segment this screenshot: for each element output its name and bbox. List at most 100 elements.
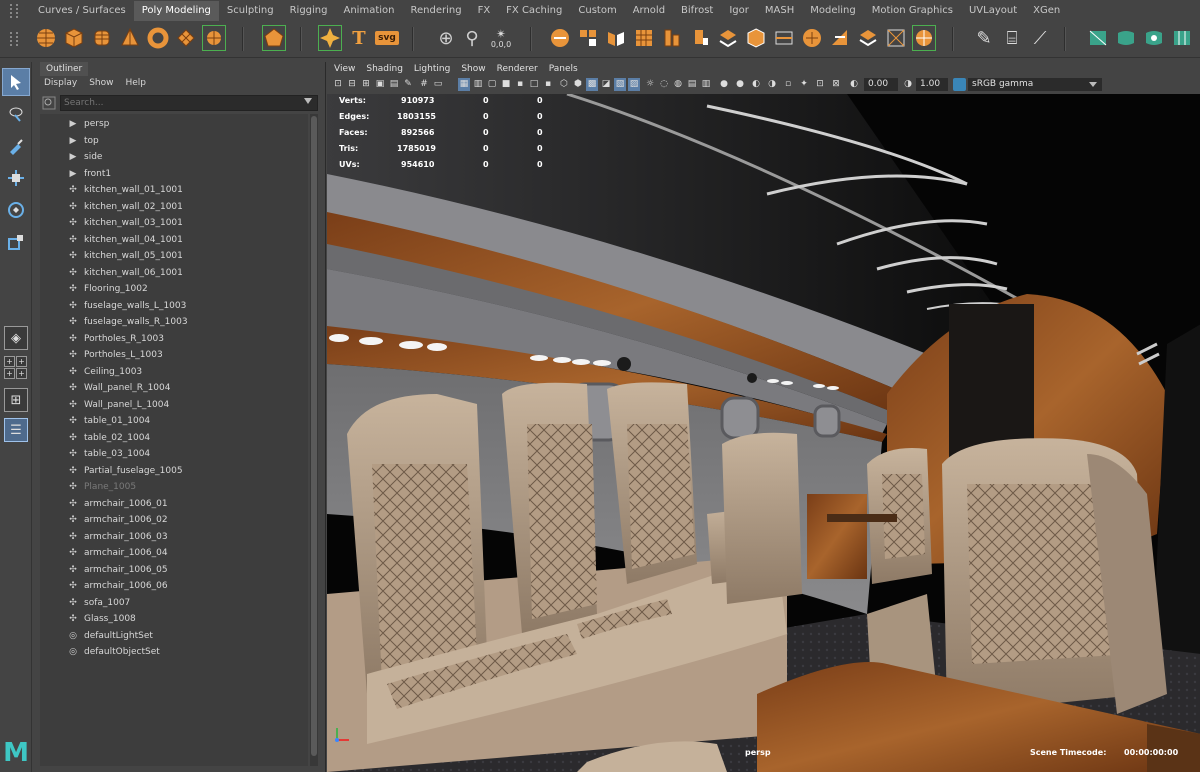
fill-hole-icon[interactable] — [800, 25, 824, 51]
outliner-item[interactable]: ✣ armchair_1006_02 — [40, 512, 308, 528]
select-camera-icon[interactable]: ⊡ — [332, 78, 344, 91]
outliner-item[interactable]: ▶ side — [40, 149, 308, 165]
viewport-menu-lighting[interactable]: Lighting — [414, 64, 450, 74]
outliner-item[interactable]: ✣ Portholes_L_1003 — [40, 347, 308, 363]
shelf-tab[interactable]: Igor — [721, 1, 757, 21]
poly-cube-icon[interactable] — [62, 25, 86, 51]
color-space-select[interactable]: sRGB gamma — [968, 78, 1102, 91]
outliner-item[interactable]: ✣ kitchen_wall_01_1001 — [40, 182, 308, 198]
shelf-tab[interactable]: Custom — [570, 1, 624, 21]
poly-cylinder-icon[interactable] — [90, 25, 114, 51]
layout-quad-tl-icon[interactable]: + — [4, 356, 15, 367]
shelf-tab[interactable]: FX Caching — [498, 1, 570, 21]
outliner-menu-help[interactable]: Help — [125, 78, 146, 88]
shelf-tab[interactable]: Rigging — [282, 1, 336, 21]
extrude-icon[interactable] — [688, 25, 712, 51]
outliner-item[interactable]: ◎ defaultLightSet — [40, 628, 308, 644]
antialias-icon[interactable]: ● — [718, 78, 730, 91]
outliner-item[interactable]: ✣ Flooring_1002 — [40, 281, 308, 297]
resolution-gate-icon[interactable]: ▥ — [472, 78, 484, 91]
lasso-tool-icon[interactable] — [2, 100, 30, 128]
outliner-item[interactable]: ✣ table_01_1004 — [40, 413, 308, 429]
use-all-lights-icon[interactable]: ◪ — [600, 78, 612, 91]
platonic-solid-icon[interactable] — [262, 25, 286, 51]
outliner-item[interactable]: ✣ fuselage_walls_R_1003 — [40, 314, 308, 330]
viewport-menu-panels[interactable]: Panels — [549, 64, 578, 74]
shelf-tab[interactable]: Animation — [336, 1, 403, 21]
shadows-icon[interactable]: ▧ — [614, 78, 626, 91]
outliner-item[interactable]: ✣ kitchen_wall_06_1001 — [40, 265, 308, 281]
exposure-icon[interactable]: ◐ — [848, 78, 860, 91]
poly-sphere-icon[interactable] — [34, 25, 58, 51]
outliner-item[interactable]: ✣ table_02_1004 — [40, 430, 308, 446]
frame-all-icon[interactable]: ⊡ — [814, 78, 826, 91]
shelf-tab[interactable]: Arnold — [625, 1, 673, 21]
two-pane-layout-icon[interactable]: ⊞ — [4, 388, 28, 412]
outliner-item[interactable]: ✣ kitchen_wall_03_1001 — [40, 215, 308, 231]
outliner-item[interactable]: ✣ Plane_1005 — [40, 479, 308, 495]
outliner-tab[interactable]: Outliner — [40, 62, 89, 76]
outliner-item[interactable]: ✣ table_03_1004 — [40, 446, 308, 462]
shelf-tab[interactable]: Poly Modeling — [133, 1, 219, 21]
smooth-icon[interactable] — [632, 25, 656, 51]
safe-title-icon[interactable]: □ — [528, 78, 540, 91]
svg-tool-icon[interactable]: svg — [374, 25, 400, 51]
reduce-icon[interactable] — [660, 25, 684, 51]
image-plane-icon[interactable]: ▣ — [374, 78, 386, 91]
shelf-tab[interactable]: Rendering — [402, 1, 469, 21]
shelf-tab[interactable]: Sculpting — [219, 1, 282, 21]
outliner-item[interactable]: ✣ Portholes_R_1003 — [40, 331, 308, 347]
search-dropdown-icon[interactable] — [304, 98, 312, 104]
layout-quad-br-icon[interactable]: + — [16, 368, 27, 379]
exposure-field[interactable]: 0.00 — [864, 78, 898, 91]
uv-spherical-icon[interactable] — [1142, 25, 1166, 51]
bridge-icon[interactable] — [716, 25, 740, 51]
grid-icon[interactable]: # — [418, 78, 430, 91]
ambient-occlusion-icon[interactable]: ▨ — [628, 78, 640, 91]
uv-cylindrical-icon[interactable] — [1114, 25, 1138, 51]
wireframe-icon[interactable]: ⬡ — [558, 78, 570, 91]
textured-icon[interactable]: ▩ — [586, 78, 598, 91]
type-tool-icon[interactable]: T — [347, 25, 371, 51]
frame-selected-icon[interactable]: ⊠ — [830, 78, 842, 91]
shaded-icon[interactable]: ▪ — [542, 78, 554, 91]
transform-readout-icon[interactable]: ✴ 0,0,0 — [486, 25, 516, 51]
outliner-item[interactable]: ✣ armchair_1006_06 — [40, 578, 308, 594]
outliner-item[interactable]: ✣ sofa_1007 — [40, 595, 308, 611]
single-perspective-layout-icon[interactable]: ◈ — [4, 326, 28, 350]
grease-pencil-icon[interactable]: ✎ — [402, 78, 414, 91]
outliner-scroll-thumb[interactable] — [311, 116, 317, 756]
slide-edge-icon[interactable]: ⟋ — [1028, 25, 1052, 51]
outliner-item[interactable]: ✣ kitchen_wall_05_1001 — [40, 248, 308, 264]
hud-toggle-icon[interactable]: ▫ — [782, 78, 794, 91]
layout-quad-tr-icon[interactable]: + — [16, 356, 27, 367]
outliner-item[interactable]: ✣ Ceiling_1003 — [40, 364, 308, 380]
shelf-tab[interactable]: Motion Graphics — [864, 1, 961, 21]
super-shape-icon[interactable] — [318, 25, 342, 51]
outliner-item[interactable]: ✣ armchair_1006_01 — [40, 496, 308, 512]
safe-action-icon[interactable]: ▪ — [514, 78, 526, 91]
outliner-item[interactable]: ▶ top — [40, 133, 308, 149]
field-chart-icon[interactable]: ■ — [500, 78, 512, 91]
poly-plane-icon[interactable] — [174, 25, 198, 51]
outliner-item[interactable]: ▶ persp — [40, 116, 308, 132]
outliner-item[interactable]: ✣ Glass_1008 — [40, 611, 308, 627]
shelf-tab[interactable]: Modeling — [802, 1, 864, 21]
layout-quad-bl-icon[interactable]: + — [4, 368, 15, 379]
outliner-layout-icon[interactable]: ☰ — [4, 418, 28, 442]
viewport-menu-show[interactable]: Show — [461, 64, 485, 74]
outliner-item[interactable]: ◎ defaultObjectSet — [40, 644, 308, 660]
combine-icon[interactable] — [548, 25, 572, 51]
outliner-item[interactable]: ✣ kitchen_wall_02_1001 — [40, 199, 308, 215]
target-weld-icon[interactable] — [912, 25, 936, 51]
backface-icon[interactable]: ▤ — [686, 78, 698, 91]
outliner-item[interactable]: ✣ armchair_1006_03 — [40, 529, 308, 545]
shelf-tab[interactable]: Bifrost — [673, 1, 721, 21]
paint-select-icon[interactable] — [2, 132, 30, 160]
mirror-icon[interactable] — [604, 25, 628, 51]
shelf-tab[interactable]: MASH — [757, 1, 802, 21]
shelf-tab[interactable]: Curves / Surfaces — [30, 1, 134, 21]
screen-space-ao-icon[interactable]: ◑ — [766, 78, 778, 91]
append-polygon-icon[interactable] — [772, 25, 796, 51]
scale-tool-icon[interactable] — [2, 228, 30, 256]
